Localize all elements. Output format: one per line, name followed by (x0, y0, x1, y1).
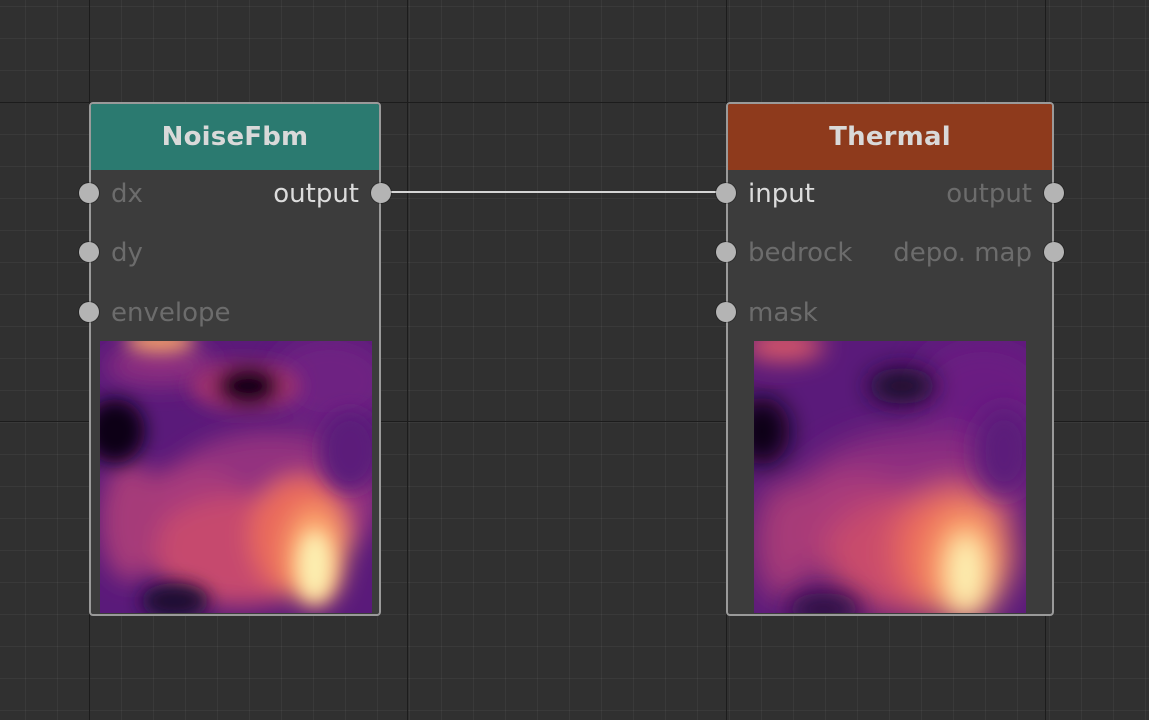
node-noisefbm[interactable]: NoiseFbm dx output dy envelope (79, 102, 391, 616)
port-row-mask: mask (716, 298, 1052, 328)
port-row-dy: dy (79, 238, 379, 268)
thermal-heightmap-preview (754, 341, 1026, 613)
output-port-depo-map[interactable] (1044, 242, 1064, 262)
input-label-input: input (748, 179, 815, 209)
input-port-input[interactable] (716, 183, 736, 203)
node-noisefbm-header[interactable]: NoiseFbm (91, 104, 379, 170)
port-row-envelope: envelope (79, 298, 379, 328)
output-label-output: output (946, 179, 1032, 209)
noisefbm-heightmap-preview (100, 341, 372, 613)
input-port-dx[interactable] (79, 183, 99, 203)
input-port-dy[interactable] (79, 242, 99, 262)
output-label-depo-map: depo. map (893, 238, 1032, 268)
input-label-envelope: envelope (111, 298, 231, 328)
input-port-envelope[interactable] (79, 302, 99, 322)
output-port-output[interactable] (371, 183, 391, 203)
input-port-bedrock[interactable] (716, 242, 736, 262)
node-thermal[interactable]: Thermal input output bedrock depo. map m… (716, 102, 1064, 616)
node-thermal-header[interactable]: Thermal (728, 104, 1052, 170)
output-label-output: output (273, 179, 359, 209)
input-label-bedrock: bedrock (748, 238, 853, 268)
node-noisefbm-title: NoiseFbm (161, 122, 309, 152)
node-thermal-title: Thermal (829, 122, 951, 152)
port-row-input-output: input output (716, 179, 1064, 209)
output-port-output[interactable] (1044, 183, 1064, 203)
port-row-bedrock-depo-map: bedrock depo. map (716, 238, 1064, 268)
port-row-dx-output: dx output (79, 179, 391, 209)
input-label-dy: dy (111, 238, 143, 268)
input-label-mask: mask (748, 298, 818, 328)
input-label-dx: dx (111, 179, 143, 209)
input-port-mask[interactable] (716, 302, 736, 322)
node-graph-canvas[interactable]: NoiseFbm dx output dy envelope Thermal i… (0, 0, 1149, 720)
